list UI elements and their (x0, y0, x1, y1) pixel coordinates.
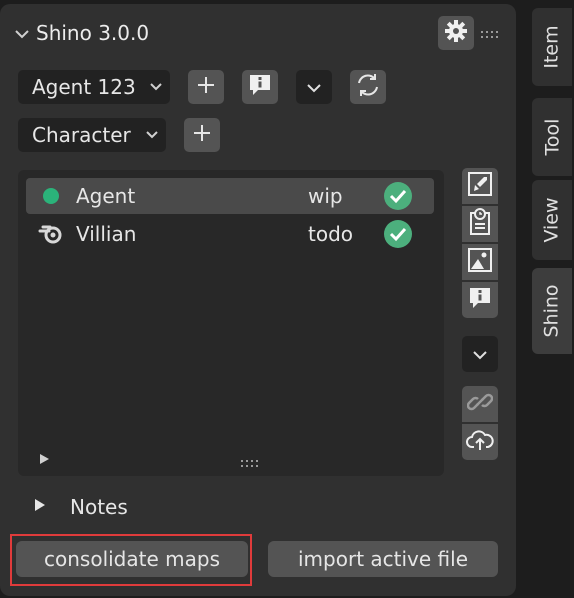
tab-label: Item (541, 25, 564, 69)
launch-button[interactable] (462, 168, 498, 204)
chevron-down-icon (472, 345, 488, 364)
list-item-name: Villian (76, 222, 137, 246)
sidebar-tabs: Item Tool View Shino (528, 0, 574, 598)
refresh-icon (355, 72, 381, 102)
details-button[interactable] (462, 282, 498, 318)
shino-panel: Shino 3.0.0 Agent 123 Character Agent wi… (0, 4, 516, 596)
list-options-dropdown[interactable] (462, 336, 498, 372)
tab-shino[interactable]: Shino (532, 268, 572, 354)
image-icon (467, 247, 493, 277)
green-dot-icon (26, 188, 76, 204)
list-item[interactable]: Villian todo (26, 216, 434, 252)
upload-button[interactable] (462, 424, 498, 460)
plus-icon (192, 123, 212, 147)
more-options-dropdown[interactable] (296, 70, 332, 104)
character-select-value: Character (32, 123, 131, 147)
tab-label: Tool (541, 118, 563, 156)
check-circle-icon[interactable] (378, 181, 418, 211)
link-icon (466, 389, 494, 419)
chevron-down-icon (150, 79, 162, 95)
list-item-status: wip (308, 184, 343, 208)
tab-view[interactable]: View (532, 180, 572, 260)
character-list[interactable]: Agent wip Villian todo (18, 170, 444, 476)
agent-select[interactable]: Agent 123 (18, 70, 170, 104)
agent-select-value: Agent 123 (32, 75, 136, 99)
notes-section[interactable]: Notes (34, 492, 128, 522)
settings-button[interactable] (438, 16, 474, 50)
history-button[interactable] (462, 206, 498, 242)
gear-icon (444, 19, 468, 47)
expand-triangle-icon[interactable] (34, 498, 70, 516)
panel-title: Shino 3.0.0 (36, 21, 150, 45)
info-speech-icon (248, 72, 272, 102)
tab-tool[interactable]: Tool (532, 98, 572, 176)
clipboard-clock-icon (468, 208, 492, 240)
tab-label: View (541, 197, 563, 243)
tab-label: Shino (541, 284, 563, 338)
list-item-status: todo (308, 222, 354, 246)
chevron-down-icon[interactable] (14, 24, 36, 43)
info-speech-icon (468, 285, 492, 315)
image-button[interactable] (462, 244, 498, 280)
character-select[interactable]: Character (18, 118, 166, 152)
plus-icon (196, 75, 216, 99)
panel-header[interactable]: Shino 3.0.0 (14, 18, 149, 48)
check-circle-icon[interactable] (378, 219, 418, 249)
import-active-file-button[interactable]: import active file (268, 541, 498, 577)
expand-filter-icon[interactable] (38, 450, 50, 469)
chevron-down-icon (306, 78, 322, 97)
rocket-icon (467, 171, 493, 201)
resize-grip-icon[interactable] (240, 454, 262, 473)
cloud-upload-icon (466, 428, 494, 456)
list-item-name: Agent (76, 184, 136, 208)
highlight-outline (10, 534, 252, 586)
tab-item[interactable]: Item (532, 8, 572, 86)
blender-icon (26, 223, 76, 245)
list-item[interactable]: Agent wip (26, 178, 434, 214)
chevron-down-icon (146, 127, 158, 143)
drag-grip-icon[interactable] (480, 26, 502, 38)
add-character-button[interactable] (184, 118, 220, 152)
notes-label: Notes (70, 495, 128, 519)
info-button[interactable] (242, 70, 278, 104)
add-agent-button[interactable] (188, 70, 224, 104)
link-button[interactable] (462, 386, 498, 422)
refresh-button[interactable] (350, 70, 386, 104)
